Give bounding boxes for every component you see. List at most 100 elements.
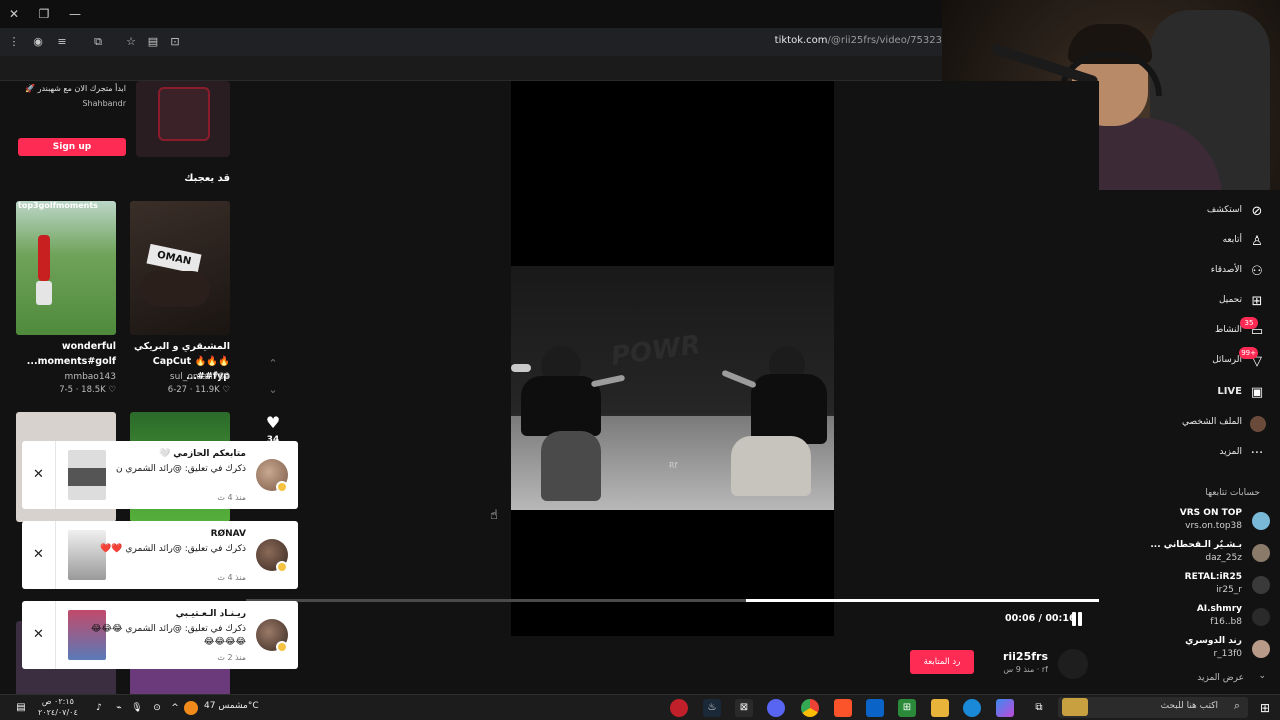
file-explorer-icon[interactable] — [931, 699, 949, 717]
media-controls-icon[interactable]: ≡ — [54, 34, 70, 50]
card-title[interactable]: wonderful moments#golf... — [16, 339, 116, 369]
close-icon[interactable]: ✕ — [22, 601, 56, 669]
video-thumbnail[interactable]: OMAN — [130, 201, 230, 335]
notification-toast[interactable]: ✕ ريـنـاد الـعـتيـبي ذكرك في تعليق: @رائ… — [22, 601, 298, 669]
right-sidebar: استكشف ⊘ أتابعه ♙ الأصدقاء ⚇ تحميل ⊞ الن… — [1099, 190, 1280, 694]
task-view-icon[interactable]: ⧉ — [1030, 699, 1048, 717]
sidebar-item-messages[interactable]: الرسائل ▽ 99+ — [1102, 347, 1272, 373]
discord-icon[interactable] — [767, 699, 785, 717]
following-account-item[interactable]: بـشـيٌر الـقحطاني ... daz_25z — [1105, 540, 1270, 568]
volume-icon[interactable]: ♪ — [90, 699, 108, 717]
network-icon[interactable]: ⌁ — [110, 699, 128, 717]
card-username[interactable]: sul_oman789 — [130, 372, 230, 382]
time-label: 00:06 / 00:16 — [1005, 613, 1076, 624]
thumbnail-hand — [140, 271, 210, 307]
card-username[interactable]: mmbao143 — [16, 372, 116, 382]
cast-icon[interactable]: ⊡ — [167, 34, 183, 50]
sidebar-item-upload[interactable]: تحميل ⊞ — [1102, 291, 1272, 313]
author-avatar[interactable] — [1058, 649, 1088, 679]
url-host: tiktok.com — [774, 35, 828, 46]
brave-icon[interactable] — [834, 699, 852, 717]
bookmark-star-icon[interactable]: ☆ — [123, 34, 139, 50]
url-path: /@rii25frs/video/75323 — [827, 35, 942, 46]
microphone-icon[interactable]: 🎙 — [128, 699, 146, 717]
minimize-window-icon[interactable]: — — [67, 6, 83, 22]
restore-window-icon[interactable]: ❐ — [36, 6, 52, 22]
progress-fill — [746, 599, 1099, 602]
following-account-handle: ir25_r — [1216, 585, 1242, 595]
sidebar-item-explore[interactable]: استكشف ⊘ — [1102, 201, 1272, 223]
notification-badge-icon — [276, 481, 288, 493]
sidebar-item-label: الرسائل — [1212, 355, 1242, 365]
taskbar-weather[interactable]: مشمس 47°C — [204, 701, 259, 711]
following-account-item[interactable]: VRS ON TOP vrs.on.top38 — [1105, 508, 1270, 536]
following-account-handle: daz_25z — [1205, 553, 1242, 563]
following-account-item[interactable]: رند الدوسري r_13f0 — [1105, 636, 1270, 664]
windows-start-icon[interactable]: ⊞ — [1256, 699, 1274, 717]
video-thumbnail[interactable]: top3golfmoments — [16, 201, 116, 335]
close-icon[interactable]: ✕ — [22, 521, 56, 589]
see-more-link[interactable]: عرض المزيد — [1197, 673, 1244, 683]
extensions-puzzle-icon[interactable]: ⧉ — [90, 34, 106, 50]
following-account-avatar — [1252, 576, 1270, 594]
weather-sun-icon — [184, 701, 198, 715]
app-box-icon[interactable]: ⊠ — [735, 699, 753, 717]
video-watermark: POWR — [609, 329, 703, 373]
sidebar-item-more[interactable]: المزيد ··· — [1102, 443, 1272, 465]
reader-mode-icon[interactable]: ▤ — [145, 34, 161, 50]
notification-time: منذ 4 ث — [217, 493, 246, 502]
extension-a-icon[interactable]: ◉ — [30, 34, 46, 50]
edge-icon[interactable] — [963, 699, 981, 717]
promo-image[interactable] — [136, 81, 230, 157]
signup-button[interactable]: Sign up — [18, 138, 126, 156]
taskbar-clock[interactable]: ٠٢:١٥ ص ٢٠٢٤/٠٧/٠٤ — [38, 696, 78, 718]
pause-icon[interactable] — [1070, 612, 1084, 626]
video-player[interactable]: POWR Rf ⌃ ⌄ ♥ 34 00:06 / 00:16 — [246, 81, 1099, 636]
store-icon[interactable]: ⊞ — [898, 699, 916, 717]
sidebar-item-profile[interactable]: الملف الشخصي — [1102, 413, 1272, 435]
tray-chevron-icon[interactable]: ^ — [166, 699, 184, 717]
app-record-icon[interactable] — [670, 699, 688, 717]
upload-icon: ⊞ — [1251, 294, 1263, 309]
notification-toast[interactable]: ✕ RØNAV ذكرك في تعليق: @رائد الشمري ❤️❤️… — [22, 521, 298, 589]
previous-video-chevron-up-icon[interactable]: ⌃ — [266, 357, 280, 371]
sidebar-item-live[interactable]: LIVE ▣ — [1102, 382, 1272, 404]
address-bar[interactable]: tiktok.com/@rii25frs/video/75323 — [775, 35, 942, 46]
notifications-icon[interactable]: ▤ — [12, 699, 30, 717]
sidebar-item-friends[interactable]: الأصدقاء ⚇ — [1102, 261, 1272, 283]
copilot-icon[interactable] — [996, 699, 1014, 717]
video-person-right-torso — [751, 374, 827, 444]
outlook-icon[interactable] — [866, 699, 884, 717]
next-video-chevron-down-icon[interactable]: ⌄ — [266, 383, 280, 397]
chrome-icon[interactable] — [801, 699, 819, 717]
notification-toast[interactable]: ✕ متابعكم الحازمي 🤍 ذكرك في تعليق: @رائد… — [22, 441, 298, 509]
following-account-handle: vrs.on.top38 — [1185, 521, 1242, 531]
chevron-down-icon[interactable]: ⌄ — [1258, 671, 1266, 681]
taskbar-search-input[interactable]: اكتب هنا للبحث ⌕ — [1058, 697, 1248, 718]
sidebar-item-following[interactable]: أتابعه ♙ — [1102, 231, 1272, 253]
friends-icon: ⚇ — [1251, 264, 1263, 279]
following-account-item[interactable]: AI.shmry f16..b8 — [1105, 604, 1270, 632]
follow-back-button[interactable]: رد المتابعة — [910, 650, 974, 674]
thumbnail-sign: OMAN — [146, 243, 202, 275]
card-meta: 7-5 · 18.5K ♡ — [59, 385, 116, 395]
author-name[interactable]: rii25frs — [1003, 650, 1048, 663]
tray-app-icon[interactable]: ⊙ — [148, 699, 166, 717]
search-highlight-tiger-icon — [1062, 698, 1088, 716]
video-thumbnail[interactable] — [130, 666, 230, 694]
sidebar-item-activity[interactable]: النشاط ▭ 35 — [1102, 317, 1272, 343]
card-meta: 6-27 · 11.9K ♡ — [167, 385, 230, 395]
following-account-item[interactable]: RETAL:iR25 ir25_r — [1105, 572, 1270, 600]
video-frame[interactable]: POWR Rf — [511, 266, 834, 510]
like-heart-icon[interactable]: ♥ — [264, 414, 282, 432]
author-meta: rf · منذ 9 س — [1003, 665, 1048, 674]
steam-icon[interactable]: ♨ — [703, 699, 721, 717]
close-window-icon[interactable]: ✕ — [6, 6, 22, 22]
author-bar: rii25frs rf · منذ 9 س رد المتابعة — [246, 636, 1099, 694]
close-icon[interactable]: ✕ — [22, 441, 56, 509]
user-follow-icon: ♙ — [1251, 234, 1263, 249]
profile-icon — [1250, 416, 1266, 432]
following-account-avatar — [1252, 544, 1270, 562]
menu-dots-icon[interactable]: ⋮ — [6, 34, 22, 50]
live-icon: ▣ — [1250, 385, 1264, 400]
